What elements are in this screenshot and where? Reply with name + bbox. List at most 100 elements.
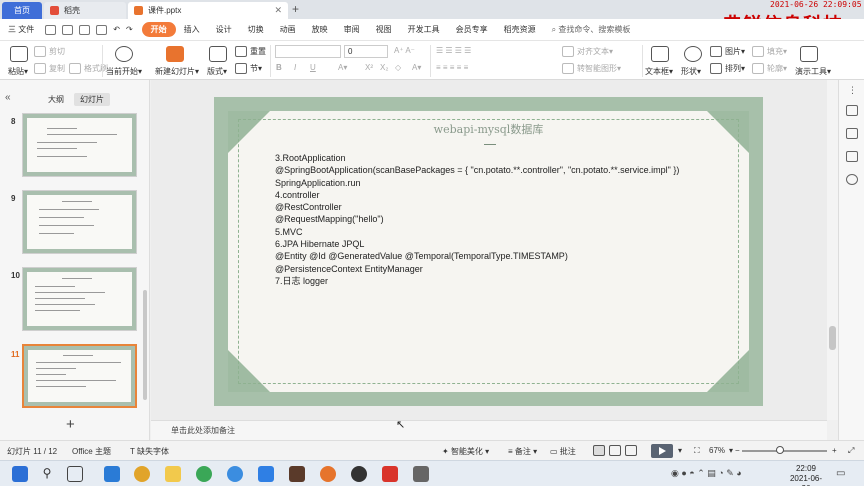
print-icon[interactable] — [79, 24, 91, 35]
slideshow-play-button[interactable] — [651, 444, 673, 458]
menu-item-review[interactable]: 审阅 — [336, 24, 368, 35]
chrome-icon[interactable] — [134, 466, 150, 482]
app-recorder-icon[interactable] — [413, 466, 429, 482]
fill-button[interactable]: 填充 ▾ — [752, 46, 787, 57]
new-slide-button[interactable]: 新建幻灯片 ▾ — [155, 66, 199, 77]
tab-docer[interactable]: 稻壳 — [44, 2, 126, 19]
more-icon[interactable]: ⋮ — [848, 85, 857, 96]
shape-button[interactable]: 形状 ▾ — [681, 66, 701, 77]
windows-start-icon[interactable] — [12, 466, 28, 482]
subscript-button[interactable]: X₂ — [380, 63, 388, 72]
align-text-button[interactable]: 对齐文本 ▾ — [562, 46, 613, 57]
from-current-button[interactable]: 当前开始 ▾ — [106, 66, 142, 77]
slide-body-text[interactable]: 3.RootApplication @SpringBootApplication… — [275, 152, 679, 287]
zoom-slider[interactable] — [742, 446, 827, 454]
redo-icon[interactable]: ↷ — [123, 25, 136, 34]
normal-view-icon[interactable] — [593, 445, 605, 456]
command-search-input[interactable]: ⌕ 查找命令、搜索模板 — [544, 24, 639, 35]
text-box-button[interactable]: 文本框 ▾ — [645, 66, 673, 77]
layout-icon[interactable] — [209, 46, 227, 62]
presenter-tools-icon[interactable] — [800, 46, 818, 62]
new-tab-button[interactable]: + — [292, 2, 299, 16]
menu-item-transition[interactable]: 切换 — [240, 24, 272, 35]
export-pdf-icon[interactable] — [62, 24, 74, 35]
collapse-panel-icon[interactable]: « — [5, 92, 11, 103]
file-menu[interactable]: 三 文件 — [0, 24, 42, 35]
slide-thumbnail-9[interactable] — [22, 190, 137, 254]
shape-icon[interactable] — [684, 46, 702, 62]
theme-name[interactable]: Office 主题 — [72, 446, 111, 457]
wps-icon[interactable] — [382, 466, 398, 482]
font-grow-shrink[interactable]: A⁺ A⁻ — [394, 46, 415, 55]
undo-icon[interactable]: ↶ — [110, 25, 123, 34]
slide-sorter-icon[interactable] — [609, 445, 621, 456]
tab-home[interactable]: 首页 — [2, 2, 42, 19]
paste-icon[interactable] — [10, 46, 28, 62]
app-game-icon[interactable] — [289, 466, 305, 482]
add-slide-button[interactable]: + — [66, 416, 75, 433]
zoom-dropdown-icon[interactable]: ▾ — [729, 446, 733, 455]
select-icon[interactable] — [846, 128, 858, 139]
reading-view-icon[interactable] — [625, 445, 637, 456]
outline-button[interactable]: 轮廓 ▾ — [752, 63, 787, 74]
zoom-slider-thumb[interactable] — [776, 446, 785, 454]
file-explorer-icon[interactable] — [165, 466, 181, 482]
slide-thumbnail-11[interactable] — [22, 344, 137, 408]
beautify-button[interactable]: ✦ 智能美化 ▾ — [442, 446, 489, 457]
presenter-tools-button[interactable]: 演示工具 ▾ — [795, 66, 831, 77]
firefox-icon[interactable] — [320, 466, 336, 482]
font-color-button[interactable]: A▾ — [338, 63, 347, 72]
convert-shape-button[interactable]: 转智能图形 ▾ — [562, 63, 621, 74]
notes-pane[interactable]: 单击此处添加备注 — [151, 420, 827, 440]
font-name-select[interactable] — [275, 45, 341, 58]
underline-button[interactable]: U — [310, 63, 316, 72]
preview-icon[interactable] — [96, 24, 108, 35]
menu-item-member[interactable]: 会员专享 — [448, 24, 496, 35]
zoom-level[interactable]: 67% — [709, 446, 725, 455]
app-tasks-icon[interactable] — [258, 466, 274, 482]
thumbnails-scrollbar[interactable] — [143, 290, 147, 400]
slide-title[interactable]: webapi-mysql数据库 — [228, 121, 749, 137]
list-buttons[interactable]: ☰ ☰ ☰ ☰ — [436, 46, 471, 55]
tab-outline[interactable]: 大纲 — [42, 93, 70, 106]
new-slide-icon[interactable] — [166, 46, 184, 62]
missing-font-button[interactable]: T 缺失字体 — [130, 446, 169, 457]
help-icon[interactable] — [846, 174, 858, 185]
layout-button[interactable]: 版式 ▾ — [207, 66, 227, 77]
menu-item-view[interactable]: 视图 — [368, 24, 400, 35]
scroll-thumb[interactable] — [829, 326, 836, 350]
font-size-select[interactable]: 0 — [344, 45, 388, 58]
zoom-out-button[interactable]: − — [735, 446, 740, 455]
paste-button[interactable]: 粘贴 ▾ — [8, 66, 28, 77]
tab-slides[interactable]: 幻灯片 — [74, 93, 110, 106]
superscript-button[interactable]: X² — [365, 63, 373, 72]
menu-item-animation[interactable]: 动画 — [272, 24, 304, 35]
slide-thumbnail-10[interactable] — [22, 267, 137, 331]
task-view-icon[interactable] — [67, 466, 83, 482]
fit-window-icon[interactable]: ⛶ — [694, 446, 700, 456]
notifications-icon[interactable]: ▭ — [836, 468, 845, 479]
app-blue-icon[interactable] — [227, 466, 243, 482]
text-box-icon[interactable] — [651, 46, 669, 62]
copy-button[interactable]: 复制 — [34, 63, 65, 74]
cut-button[interactable]: 剪切 — [34, 46, 65, 57]
clear-format-icon[interactable]: ◇ — [395, 63, 401, 72]
menu-item-insert[interactable]: 插入 — [176, 24, 208, 35]
zoom-in-button[interactable]: + — [832, 446, 837, 455]
taskbar-clock[interactable]: 22:09 2021-06-26 — [786, 464, 826, 486]
italic-button[interactable]: I — [294, 63, 296, 72]
menu-item-slideshow[interactable]: 放映 — [304, 24, 336, 35]
mail-icon[interactable] — [104, 466, 120, 482]
current-slide[interactable]: webapi-mysql数据库 3.RootApplication @Sprin… — [214, 97, 763, 406]
canvas-scrollbar[interactable] — [827, 80, 838, 420]
properties-icon[interactable] — [846, 105, 858, 116]
bold-button[interactable]: B — [276, 63, 282, 72]
menu-item-home[interactable]: 开始 — [141, 22, 176, 37]
picture-button[interactable]: 图片 ▾ — [710, 46, 745, 57]
menu-item-developer[interactable]: 开发工具 — [400, 24, 448, 35]
menu-item-docer-resources[interactable]: 稻壳资源 — [496, 24, 544, 35]
system-tray-icons[interactable]: ◉ ● ◓ ⌃ ▤ ◔ ✎ ◕ — [671, 468, 742, 479]
highlight-button[interactable]: A▾ — [412, 63, 421, 72]
app-dark-icon[interactable] — [351, 466, 367, 482]
section-button[interactable]: 节 ▾ — [235, 63, 262, 74]
